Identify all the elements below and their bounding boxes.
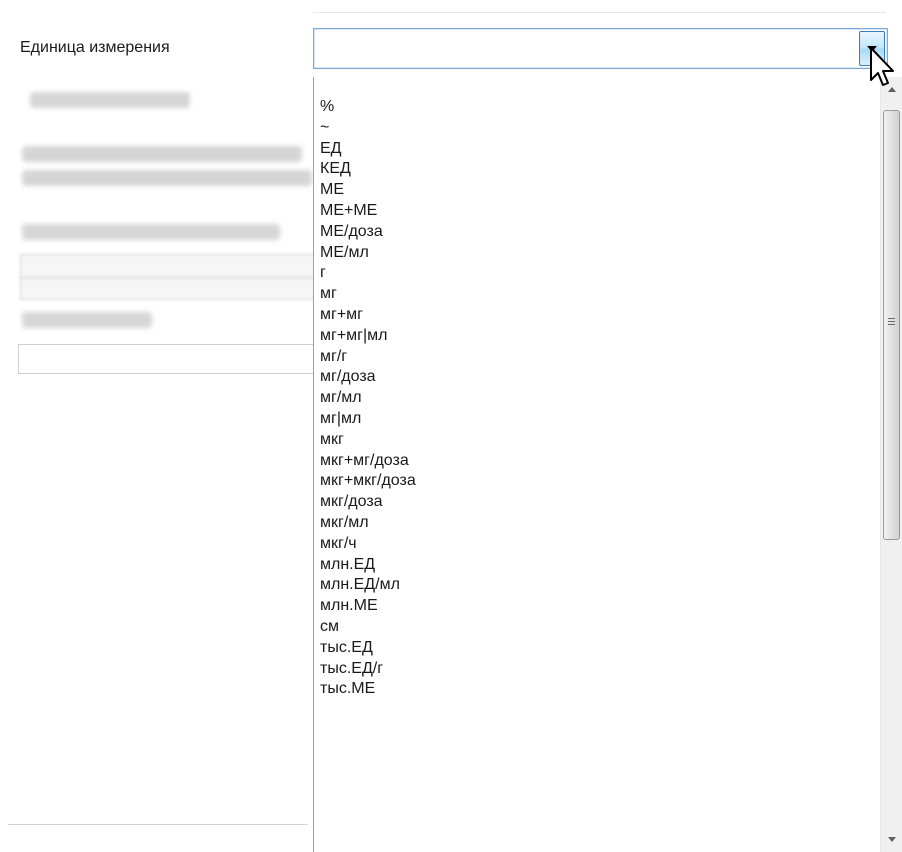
unit-option[interactable]: МЕ+МЕ xyxy=(314,201,874,222)
unit-option[interactable]: ЕД xyxy=(314,139,874,160)
unit-option[interactable]: мкг xyxy=(314,430,874,451)
blurred-label-4 xyxy=(22,312,152,328)
unit-option[interactable]: мкг+мг/доза xyxy=(314,451,874,472)
unit-option[interactable]: см xyxy=(314,617,874,638)
unit-option[interactable]: тыс.ЕД xyxy=(314,638,874,659)
unit-option[interactable]: мг/г xyxy=(314,347,874,368)
unit-option[interactable]: ~ xyxy=(314,118,874,139)
unit-option[interactable]: мг|мл xyxy=(314,409,874,430)
scrollbar-thumb[interactable] xyxy=(883,110,900,540)
unit-option[interactable]: мг/мл xyxy=(314,388,874,409)
form-window: Единица измерения % ~ ЕД КЕД МЕ МЕ+МЕ МЕ/доза М… xyxy=(0,0,902,852)
blurred-input-1 xyxy=(20,254,316,278)
unit-option[interactable]: мкг/ч xyxy=(314,534,874,555)
blurred-checkbox-label xyxy=(22,224,280,240)
unit-option[interactable]: млн.ЕД/мл xyxy=(314,575,874,596)
unit-field-label: Единица измерения xyxy=(20,39,170,56)
unit-option[interactable]: КЕД xyxy=(314,159,874,180)
blurred-label-3 xyxy=(22,170,312,186)
unit-option[interactable]: мг xyxy=(314,284,874,305)
unit-option[interactable]: млн.МЕ xyxy=(314,596,874,617)
unit-dropdown-list[interactable]: % ~ ЕД КЕД МЕ МЕ+МЕ МЕ/доза МЕ/мл г мг мг+мг мг+мг|… xyxy=(313,77,902,852)
blurred-label-2 xyxy=(22,146,302,162)
blurred-label-1 xyxy=(30,92,190,108)
unit-option[interactable]: мкг/доза xyxy=(314,492,874,513)
unit-option[interactable]: МЕ xyxy=(314,180,874,201)
unit-option[interactable]: МЕ/мл xyxy=(314,243,874,264)
unit-option[interactable]: тыс.МЕ xyxy=(314,679,874,700)
unit-option[interactable]: % xyxy=(314,97,874,118)
blurred-input-2 xyxy=(20,278,316,300)
unit-option[interactable]: мг+мг|мл xyxy=(314,326,874,347)
unit-option[interactable]: мг/доза xyxy=(314,367,874,388)
unit-combobox[interactable] xyxy=(313,28,888,69)
left-text-input[interactable] xyxy=(18,344,318,374)
unit-option[interactable]: г xyxy=(314,263,874,284)
unit-options-list: % ~ ЕД КЕД МЕ МЕ+МЕ МЕ/доза МЕ/мл г мг мг+мг мг+мг|… xyxy=(314,97,874,700)
unit-option[interactable]: мкг+мкг/доза xyxy=(314,471,874,492)
bottom-divider xyxy=(8,824,308,825)
dropdown-scrollbar[interactable] xyxy=(880,77,902,852)
unit-option[interactable]: мг+мг xyxy=(314,305,874,326)
grip-icon xyxy=(888,318,895,326)
unit-option[interactable]: МЕ/доза xyxy=(314,222,874,243)
scroll-down-arrow-icon[interactable] xyxy=(881,828,902,850)
unit-option[interactable]: мкг/мл xyxy=(314,513,874,534)
mouse-pointer-icon xyxy=(870,47,894,86)
unit-option[interactable]: млн.ЕД xyxy=(314,555,874,576)
top-divider xyxy=(313,12,886,13)
unit-option[interactable]: тыс.ЕД/г xyxy=(314,659,874,680)
